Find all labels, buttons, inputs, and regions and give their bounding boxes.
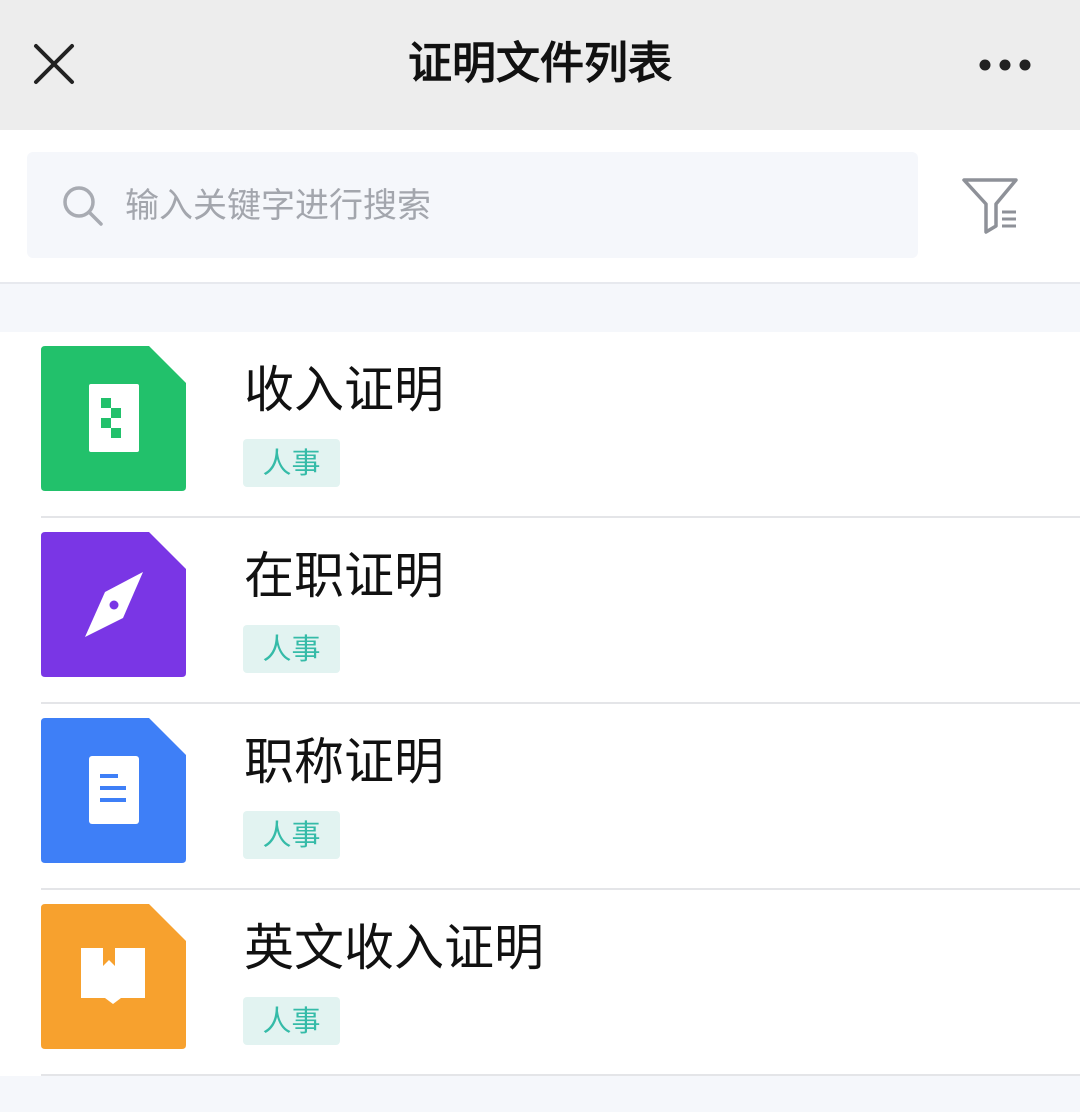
item-title: 英文收入证明 <box>244 919 544 977</box>
category-tag: 人事 <box>243 625 340 673</box>
more-horizontal-icon <box>979 59 1031 71</box>
item-title: 职称证明 <box>244 733 444 791</box>
search-bar <box>0 130 1080 284</box>
filter-icon <box>962 178 1018 234</box>
page-title: 证明文件列表 <box>408 38 672 89</box>
category-tag: 人事 <box>243 997 340 1045</box>
item-title: 收入证明 <box>244 361 444 419</box>
divider <box>41 1074 1080 1076</box>
item-title: 在职证明 <box>244 547 444 605</box>
filter-button[interactable] <box>956 170 1024 238</box>
more-button[interactable] <box>970 38 1040 92</box>
list-item-english-income-proof[interactable]: 英文收入证明 人事 <box>0 890 1080 1076</box>
list-item-income-proof[interactable]: 收入证明 人事 <box>0 332 1080 518</box>
list-item-employment-proof[interactable]: 在职证明 人事 <box>0 518 1080 704</box>
search-input[interactable] <box>123 177 887 235</box>
search-icon <box>63 186 103 226</box>
category-tag: 人事 <box>243 439 340 487</box>
category-tag: 人事 <box>243 811 340 859</box>
compass-file-icon <box>41 532 186 677</box>
top-bar: 证明文件列表 <box>0 0 1080 130</box>
spreadsheet-file-icon <box>41 346 186 491</box>
book-file-icon <box>41 904 186 1049</box>
document-list: 收入证明 人事 在职证明 人事 职称证明 人事 英文收入证明 人事 <box>0 332 1080 1076</box>
document-file-icon <box>41 718 186 863</box>
list-item-title-proof[interactable]: 职称证明 人事 <box>0 704 1080 890</box>
search-box[interactable] <box>27 152 918 258</box>
